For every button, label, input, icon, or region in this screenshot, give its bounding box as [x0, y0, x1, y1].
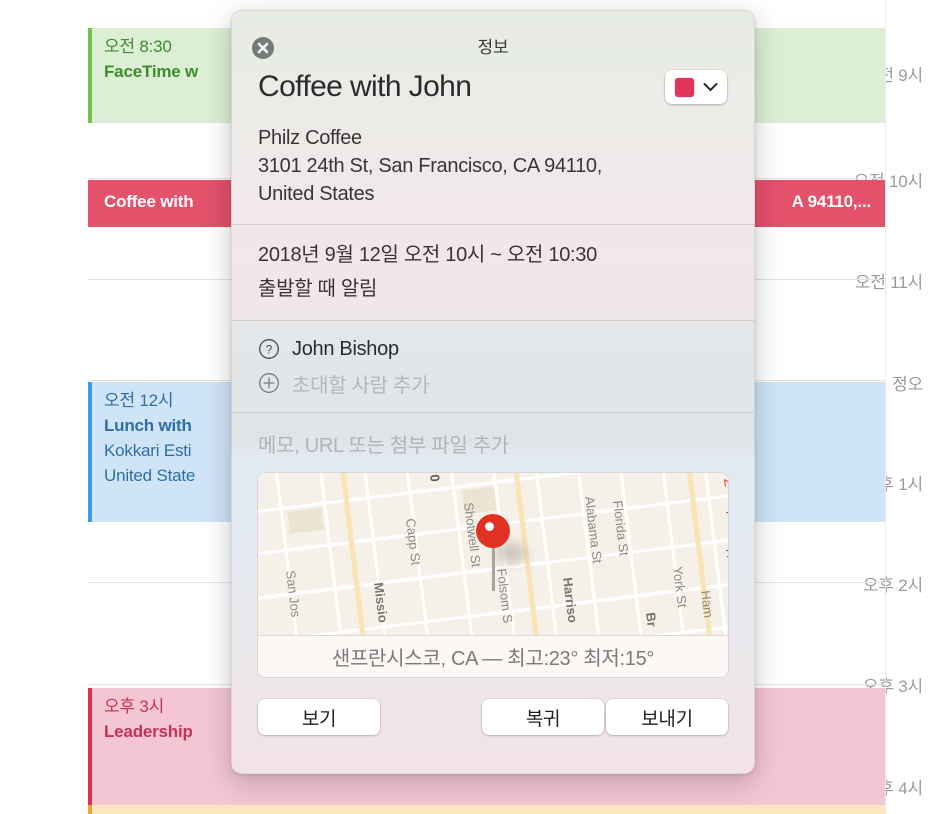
- event-alert: 출발할 때 알림: [258, 278, 378, 300]
- event-title-row: Coffee with John: [232, 67, 754, 121]
- event-color-bar: [88, 382, 92, 522]
- add-invitee-label: 초대할 사람 추가: [292, 374, 430, 397]
- attendee-name: John Bishop: [292, 337, 399, 360]
- weather-bar: 샌프란시스코, CA — 최고:23° 최저:15°: [258, 635, 728, 677]
- hour-label-11am: 오전 11시: [854, 273, 923, 292]
- map-card[interactable]: San Jos Missio Capp St Shotwell St Folso…: [258, 473, 728, 677]
- svg-text:Z: Z: [721, 478, 728, 488]
- event-title-field[interactable]: Coffee with John: [258, 67, 472, 107]
- attendees-block: ? John Bishop 초대할 사람 추가: [232, 321, 754, 412]
- calendar-color-picker[interactable]: [665, 70, 727, 104]
- add-invitee-row[interactable]: 초대할 사람 추가: [258, 366, 728, 400]
- calendar-event-next[interactable]: [88, 805, 885, 814]
- location-address-line1: 3101 24th St, San Francisco, CA 94110,: [258, 155, 603, 177]
- attendee-row[interactable]: ? John Bishop: [258, 332, 728, 366]
- view-button[interactable]: 보기: [258, 699, 380, 735]
- schedule-block[interactable]: 2018년 9월 12일 오전 10시 ~ 오전 10:30 출발할 때 알림: [232, 225, 754, 320]
- event-datetime: 2018년 9월 12일 오전 10시 ~ 오전 10:30: [258, 244, 597, 266]
- map-image: San Jos Missio Capp St Shotwell St Folso…: [258, 473, 728, 635]
- event-color-bar: [88, 805, 92, 814]
- notes-block[interactable]: 메모, URL 또는 첨부 파일 추가: [232, 413, 754, 473]
- svg-text:Br: Br: [643, 612, 660, 628]
- location-block[interactable]: Philz Coffee 3101 24th St, San Francisco…: [232, 121, 754, 224]
- popover-title: 정보: [477, 38, 509, 57]
- event-color-bar: [88, 688, 92, 805]
- notes-placeholder: 메모, URL 또는 첨부 파일 추가: [258, 435, 509, 457]
- revert-button[interactable]: 복귀: [482, 699, 604, 735]
- hour-label-2pm: 오후 2시: [862, 576, 923, 595]
- plus-circle-icon: [258, 372, 280, 394]
- popover-titlebar: 정보: [232, 11, 754, 67]
- column-right-edge: [885, 0, 886, 814]
- popover-actions: 보기 복귀 보내기: [232, 699, 754, 739]
- event-title-tail: A 94110,...: [791, 192, 872, 211]
- send-button[interactable]: 보내기: [606, 699, 728, 735]
- map-canvas[interactable]: San Jos Missio Capp St Shotwell St Folso…: [258, 473, 728, 635]
- event-color-bar: [88, 28, 92, 123]
- location-address-line2: United States: [258, 183, 375, 205]
- chevron-down-icon: [703, 83, 718, 91]
- svg-text:?: ?: [266, 343, 273, 357]
- color-swatch: [675, 77, 694, 97]
- question-mark-circle-icon: ?: [258, 338, 280, 360]
- location-name: Philz Coffee: [258, 127, 362, 149]
- hour-gutter: [0, 0, 88, 814]
- hour-label-noon: 정오: [892, 375, 923, 394]
- event-info-popover: 정보 Coffee with John Philz Coffee 3101 24…: [231, 10, 755, 774]
